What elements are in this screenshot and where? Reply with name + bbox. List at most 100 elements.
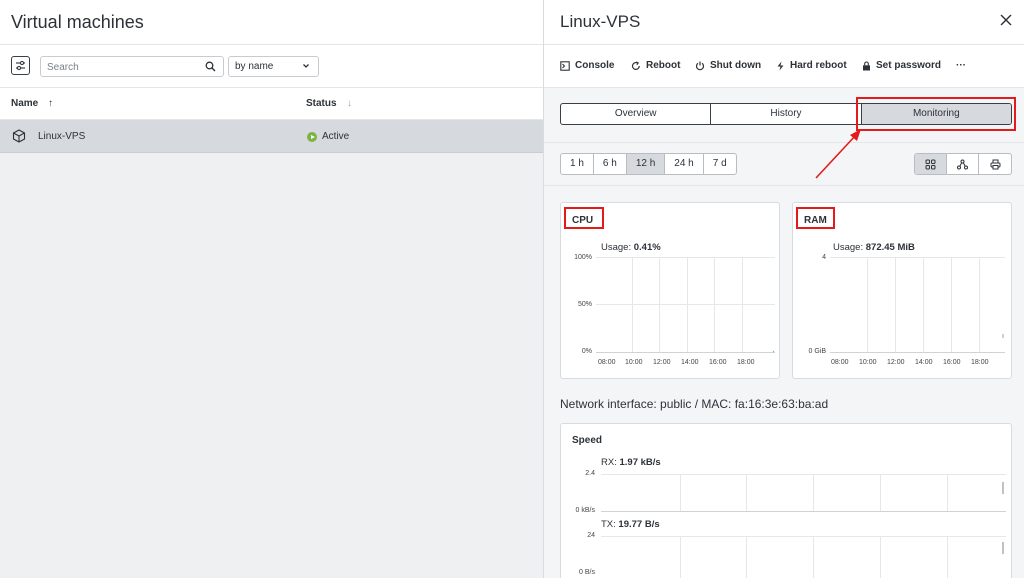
- table-row[interactable]: Linux-VPS Active: [0, 120, 543, 153]
- more-actions-button[interactable]: ···: [956, 60, 966, 71]
- range-6h[interactable]: 6 h: [594, 154, 627, 174]
- chevron-down-icon: [303, 64, 309, 68]
- search-icon[interactable]: [205, 61, 216, 72]
- network-icon: [957, 159, 968, 169]
- range-bar: 1 h 6 h 12 h 24 h 7 d: [544, 143, 1024, 186]
- search-box: [40, 56, 224, 77]
- console-label: Console: [575, 60, 615, 71]
- cpu-plot: [596, 257, 775, 353]
- ram-xtick: 10:00: [859, 359, 877, 366]
- network-view-button[interactable]: [947, 154, 979, 174]
- ram-plot: [830, 257, 1005, 353]
- ram-xtick: 18:00: [971, 359, 989, 366]
- network-interface-title: Network interface: public / MAC: fa:16:3…: [560, 397, 829, 411]
- cpu-usage: Usage: 0.41%: [601, 242, 661, 253]
- filter-button[interactable]: [11, 56, 30, 75]
- ram-xtick: 16:00: [943, 359, 961, 366]
- rx-gridlines: [601, 474, 1006, 512]
- hard-reboot-label: Hard reboot: [790, 60, 847, 71]
- detail-panel: Linux-VPS Console Reboot Shut down Hard …: [543, 0, 1024, 578]
- hard-reboot-button[interactable]: Hard reboot: [776, 60, 847, 71]
- cpu-xtick: 14:00: [681, 359, 699, 366]
- vm-list-pane: Virtual machines by name Name ↑ Status ↓…: [0, 0, 543, 578]
- monitoring-tab-highlight: [856, 97, 1016, 131]
- panel-title: Linux-VPS: [560, 12, 641, 31]
- vm-name[interactable]: Linux-VPS: [38, 131, 85, 142]
- tx-ytick: 24: [587, 532, 595, 539]
- range-24h[interactable]: 24 h: [665, 154, 704, 174]
- cpu-xtick: 16:00: [709, 359, 727, 366]
- cpu-usage-label: Usage:: [601, 242, 632, 253]
- vm-status: Active: [322, 131, 350, 142]
- lightning-icon: [777, 61, 784, 70]
- lock-icon: [863, 60, 870, 70]
- tab-history[interactable]: History: [711, 104, 862, 124]
- view-mode-selector: [914, 153, 1012, 175]
- tab-overview[interactable]: Overview: [561, 104, 712, 124]
- ram-gridlines: [830, 257, 1005, 353]
- column-header-name[interactable]: Name: [11, 98, 38, 109]
- ram-usage: Usage: 872.45 MiB: [833, 242, 915, 253]
- sliders-icon: [16, 60, 25, 71]
- cpu-xtick: 08:00: [598, 359, 616, 366]
- cpu-xtick: 18:00: [737, 359, 755, 366]
- cpu-ytick: 100%: [574, 254, 592, 261]
- sort-value: by name: [235, 61, 274, 72]
- console-button[interactable]: Console: [560, 60, 614, 71]
- rx-ytick: 0 kB/s: [575, 507, 595, 514]
- sort-asc-icon[interactable]: ↑: [48, 98, 53, 109]
- tx-plot: [601, 536, 1006, 578]
- printer-icon: [990, 159, 1000, 169]
- speed-title: Speed: [572, 435, 603, 446]
- shutdown-button[interactable]: Shut down: [695, 60, 761, 71]
- reboot-icon: [631, 60, 640, 70]
- sort-select[interactable]: by name: [228, 56, 319, 77]
- page-title: Virtual machines: [11, 12, 144, 32]
- column-header-status[interactable]: Status: [306, 98, 337, 109]
- cpu-series-line: [772, 350, 775, 353]
- console-icon: [560, 60, 570, 71]
- tx-label: TX:: [601, 519, 616, 530]
- sort-desc-icon[interactable]: ↓: [347, 98, 352, 109]
- ram-xtick: 08:00: [831, 359, 849, 366]
- reboot-label: Reboot: [646, 60, 681, 71]
- speed-card: Speed RX: 1.97 kB/s 2.4 0 kB/s TX: 19.77…: [560, 423, 1012, 578]
- print-view-button[interactable]: [979, 154, 1011, 174]
- annotation-arrow: [815, 129, 861, 179]
- range-1h[interactable]: 1 h: [561, 154, 594, 174]
- tx-gridlines: [601, 536, 1006, 578]
- app-window: Virtual machines by name Name ↑ Status ↓…: [0, 0, 1024, 578]
- grid-icon: [925, 159, 936, 169]
- cpu-title-highlight: [564, 207, 604, 229]
- ram-title-highlight: [796, 207, 835, 229]
- tx-value: 19.77 B/s: [618, 519, 660, 530]
- action-bar: Console Reboot Shut down Hard reboot Set…: [544, 45, 1024, 88]
- rx-usage: RX: 1.97 kB/s: [601, 457, 661, 468]
- table-header: Name ↑ Status ↓: [0, 88, 543, 120]
- ram-ytick: 0 GiB: [808, 348, 826, 355]
- ram-usage-value: 872.45 MiB: [865, 242, 915, 253]
- cpu-gridlines: [596, 257, 775, 353]
- list-toolbar: by name: [0, 45, 543, 88]
- active-status-icon: [307, 132, 317, 142]
- ram-xtick: 14:00: [915, 359, 933, 366]
- cpu-xtick: 12:00: [653, 359, 671, 366]
- cpu-ytick: 50%: [577, 301, 592, 308]
- rx-plot: [601, 474, 1006, 512]
- close-icon[interactable]: [999, 13, 1013, 27]
- rx-ytick: 2.4: [585, 470, 595, 477]
- search-input[interactable]: [47, 60, 197, 74]
- range-7d[interactable]: 7 d: [704, 154, 736, 174]
- cpu-ytick: 0%: [581, 348, 592, 355]
- grid-view-button[interactable]: [915, 154, 947, 174]
- reboot-button[interactable]: Reboot: [631, 60, 680, 71]
- list-header: Virtual machines: [0, 0, 543, 45]
- rx-value: 1.97 kB/s: [619, 457, 661, 468]
- tx-usage: TX: 19.77 B/s: [601, 519, 660, 530]
- time-range-selector: 1 h 6 h 12 h 24 h 7 d: [560, 153, 737, 175]
- cube-icon: [12, 129, 26, 143]
- ram-ytick: 4: [822, 254, 826, 261]
- set-password-button[interactable]: Set password: [862, 60, 941, 71]
- panel-header: Linux-VPS: [544, 0, 1024, 45]
- range-12h[interactable]: 12 h: [626, 154, 666, 174]
